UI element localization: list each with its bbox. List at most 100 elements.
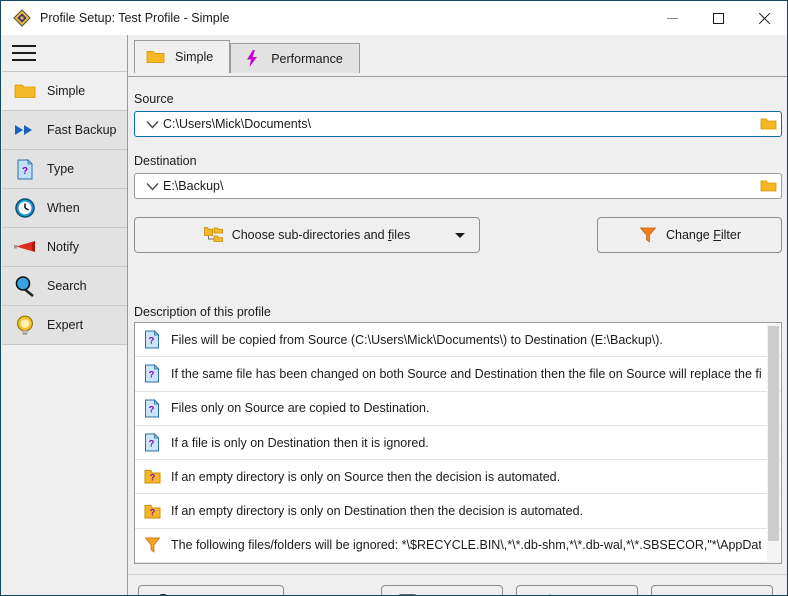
sidebar: Simple Fast Backup ? Type When Notify Se… <box>2 35 127 595</box>
description-label: Description of this profile <box>134 305 271 319</box>
list-item[interactable]: ? If an empty directory is only on Sourc… <box>135 460 781 495</box>
funnel-icon <box>141 534 163 556</box>
close-icon <box>758 12 771 25</box>
clock-icon <box>13 196 37 220</box>
destination-input-value[interactable]: E:\Backup\ <box>163 179 755 193</box>
hamburger-menu-button[interactable] <box>2 35 127 71</box>
cross-icon <box>664 591 690 595</box>
sidebar-item-label: When <box>47 201 80 215</box>
change-filter-label: Change Filter <box>665 228 742 242</box>
chevron-down-icon[interactable] <box>141 120 163 129</box>
sidebar-item-label: Simple <box>47 84 86 98</box>
funnel-icon <box>638 225 658 245</box>
window-title: Profile Setup: Test Profile - Simple <box>40 11 230 25</box>
hamburger-menu-icon <box>12 45 36 61</box>
lightbulb-icon <box>13 313 37 337</box>
sidebar-item-simple[interactable]: Simple <box>2 72 127 111</box>
list-item[interactable]: ? If a file is only on Destination then … <box>135 426 781 461</box>
source-input-value[interactable]: C:\Users\Mick\Documents\ <box>163 117 755 131</box>
minimize-button[interactable] <box>649 1 695 35</box>
svg-text:?: ? <box>159 591 170 596</box>
svg-text:?: ? <box>149 439 155 450</box>
content-panel: Simple Performance Source C:\Users\Mick\… <box>127 35 787 595</box>
sidebar-filler <box>2 345 127 585</box>
list-item[interactable]: ? Files only on Source are copied to Des… <box>135 392 781 426</box>
close-button[interactable] <box>741 1 787 35</box>
fast-forward-icon <box>13 118 37 142</box>
folder-help-icon: ? <box>141 466 163 488</box>
folder-browse-icon[interactable] <box>755 179 781 193</box>
checkmark-icon <box>529 591 555 595</box>
maximize-icon <box>712 12 724 24</box>
chevron-down-icon[interactable] <box>455 233 465 238</box>
sidebar-item-fast-backup[interactable]: Fast Backup <box>2 111 127 150</box>
list-item[interactable]: ? Files will be copied from Source (C:\U… <box>135 323 781 358</box>
source-combobox[interactable]: C:\Users\Mick\Documents\ <box>134 111 782 137</box>
description-listbox[interactable]: ? Files will be copied from Source (C:\U… <box>134 322 782 564</box>
document-help-icon: ? <box>13 157 37 181</box>
footer-separator <box>128 574 787 575</box>
list-item[interactable]: ? If an empty directory is only on Desti… <box>135 494 781 529</box>
help-button[interactable]: ? Help <box>138 585 284 596</box>
tab-performance[interactable]: Performance <box>230 43 360 73</box>
source-label: Source <box>134 92 174 106</box>
profile-setup-window: Profile Setup: Test Profile - Simple Sim… <box>0 0 788 596</box>
list-item-text: If the same file has been changed on bot… <box>171 366 761 381</box>
question-mark-icon: ? <box>151 591 177 596</box>
title-bar: Profile Setup: Test Profile - Simple <box>1 1 787 35</box>
choose-subdirectories-button[interactable]: Choose sub-directories and files <box>134 217 480 253</box>
window-controls <box>649 1 787 35</box>
tab-strip: Simple Performance <box>128 39 787 77</box>
destination-label: Destination <box>134 154 197 168</box>
sidebar-nav: Simple Fast Backup ? Type When Notify Se… <box>2 71 127 585</box>
sidebar-item-type[interactable]: ? Type <box>2 150 127 189</box>
svg-text:?: ? <box>149 404 155 415</box>
folder-browse-icon[interactable] <box>755 117 781 131</box>
chevron-down-icon[interactable] <box>141 182 163 191</box>
apply-button[interactable]: Apply <box>381 585 503 595</box>
magnifier-icon <box>13 274 37 298</box>
svg-text:?: ? <box>149 336 155 347</box>
scrollbar-thumb[interactable] <box>768 326 779 541</box>
sidebar-item-when[interactable]: When <box>2 189 127 228</box>
document-help-icon: ? <box>141 432 163 454</box>
document-help-icon: ? <box>141 397 163 419</box>
destination-combobox[interactable]: E:\Backup\ <box>134 173 782 199</box>
svg-text:?: ? <box>149 370 155 381</box>
maximize-button[interactable] <box>695 1 741 35</box>
sidebar-item-expert[interactable]: Expert <box>2 306 127 345</box>
change-filter-button[interactable]: Change Filter <box>597 217 782 253</box>
svg-text:?: ? <box>22 166 28 177</box>
ok-button[interactable]: OK <box>516 585 638 595</box>
sidebar-item-label: Expert <box>47 318 84 332</box>
folder-help-icon: ? <box>141 500 163 522</box>
list-item-text: If an empty directory is only on Source … <box>171 469 561 484</box>
cancel-button[interactable]: Cancel <box>651 585 773 595</box>
tab-label: Simple <box>175 50 214 64</box>
megaphone-icon <box>13 235 37 259</box>
sidebar-item-label: Type <box>47 162 75 176</box>
folder-icon <box>13 79 37 103</box>
tab-simple[interactable]: Simple <box>134 40 231 74</box>
sidebar-item-label: Search <box>47 279 87 293</box>
description-scrollbar[interactable] <box>767 324 780 563</box>
document-help-icon: ? <box>141 363 163 385</box>
svg-text:?: ? <box>149 507 155 517</box>
sidebar-item-notify[interactable]: Notify <box>2 228 127 267</box>
list-item[interactable]: The following files/folders will be igno… <box>135 529 781 563</box>
sidebar-item-label: Fast Backup <box>47 123 117 137</box>
lightning-icon <box>242 49 261 68</box>
choose-subdirectories-label: Choose sub-directories and files <box>231 228 411 242</box>
tab-label: Performance <box>271 51 343 66</box>
folder-tree-icon <box>203 225 224 245</box>
minimize-icon <box>666 17 678 19</box>
list-item-text: Files will be copied from Source (C:\Use… <box>171 332 663 347</box>
list-item-text: The following files/folders will be igno… <box>171 538 761 553</box>
sidebar-item-search[interactable]: Search <box>2 267 127 306</box>
sidebar-item-label: Notify <box>47 240 79 254</box>
list-item-text: Files only on Source are copied to Desti… <box>171 401 430 416</box>
profile-diamond-icon <box>13 9 31 27</box>
list-item[interactable]: ? If the same file has been changed on b… <box>135 357 781 392</box>
svg-text:?: ? <box>149 473 155 483</box>
simple-tab-panel: Source C:\Users\Mick\Documents\ Destinat… <box>128 73 787 595</box>
